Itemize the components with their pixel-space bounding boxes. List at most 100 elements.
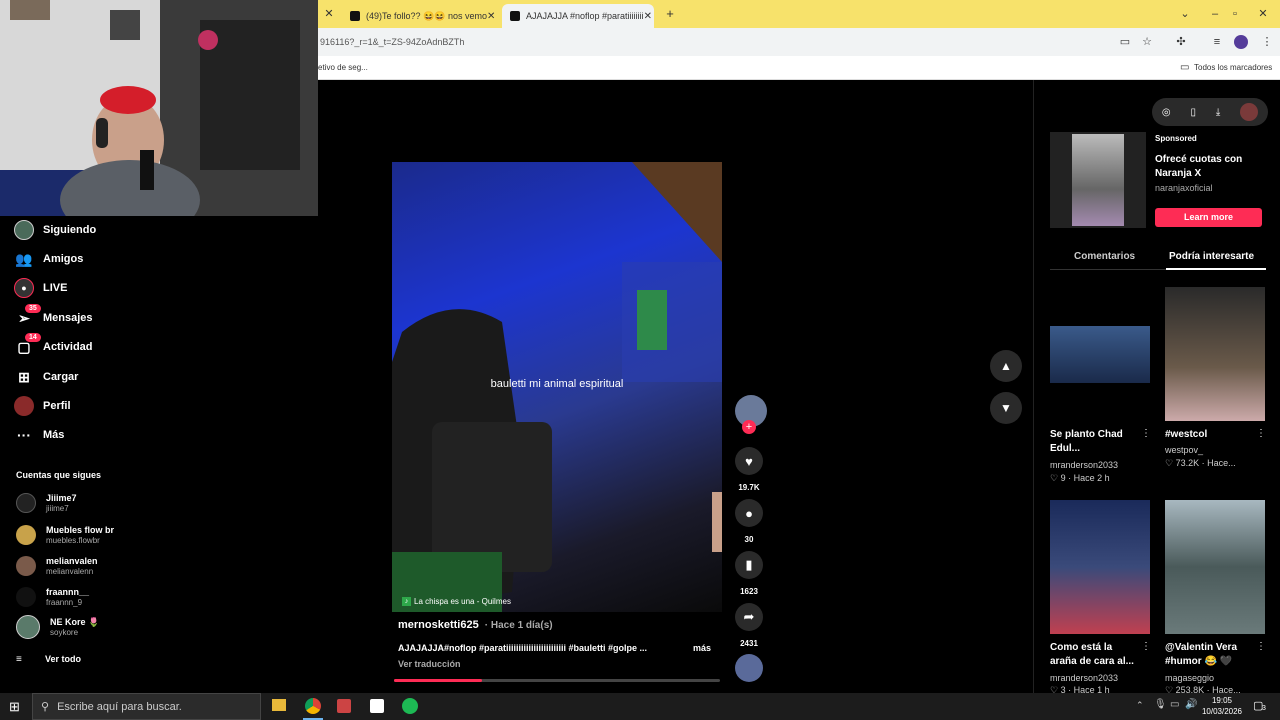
browser-tab[interactable]: (49)Te follo?? 😆😆 nos vemo ✕	[342, 4, 500, 28]
url-field[interactable]: 916116?_r=1&_t=ZS-94ZoAdnBZTh	[318, 32, 1278, 52]
video-thumbnail[interactable]	[1165, 500, 1265, 634]
author-avatar-button[interactable]: +	[735, 395, 767, 434]
spotify-icon[interactable]	[402, 698, 418, 714]
new-tab-button[interactable]: +	[663, 7, 677, 21]
video-thumbnail[interactable]	[1050, 326, 1150, 383]
card-title[interactable]: @Valentin Vera #humor 😂 🖤	[1165, 641, 1255, 669]
all-bookmarks[interactable]: Todos los marcadores	[1194, 63, 1272, 72]
sidebar-item-live[interactable]: ● LIVE	[14, 277, 67, 299]
download-icon[interactable]: ⤓	[1216, 107, 1220, 118]
card-author[interactable]: westpov_	[1165, 445, 1203, 455]
app-icon[interactable]	[337, 699, 351, 713]
learn-more-button[interactable]: Learn more	[1155, 208, 1262, 227]
like-button[interactable]: ♥ 19.7K	[735, 447, 763, 492]
previous-video-button[interactable]: ▲	[990, 350, 1022, 382]
save-button[interactable]: ▮ 1623	[735, 551, 763, 596]
taskbar-search[interactable]: ⚲ Escribe aquí para buscar.	[32, 693, 261, 720]
sidebar-item-label: Siguiendo	[43, 224, 97, 236]
following-avatar-icon	[14, 220, 34, 240]
live-icon: ●	[14, 278, 34, 298]
browser-tab-active[interactable]: AJAJAJJA #noflop #paratiiiiiiii ✕	[502, 4, 654, 28]
following-account[interactable]: Jiiime7 jiiime7	[16, 490, 77, 516]
device-icon[interactable]: ▯	[1190, 107, 1196, 118]
chrome-icon[interactable]	[305, 698, 321, 714]
menu-icon[interactable]: ⋮	[1260, 35, 1274, 49]
author-name[interactable]: mernosketti625	[398, 619, 479, 631]
card-author[interactable]: magaseggio	[1165, 673, 1214, 683]
card-more-icon[interactable]: ⋮	[1256, 641, 1266, 652]
address-bar: 916116?_r=1&_t=ZS-94ZoAdnBZTh ▭ ☆ ✣ ≡ ⋮	[318, 28, 1280, 56]
user-avatar[interactable]	[1240, 103, 1259, 121]
windows-taskbar: ⊞ ⚲ Escribe aquí para buscar. ⌃ 🎙 ▭ 🔊 19…	[0, 693, 1280, 720]
sidebar-item-upload[interactable]: ⊞ Cargar	[14, 366, 78, 388]
next-video-button[interactable]: ▼	[990, 392, 1022, 424]
tab-search-icon[interactable]: ⌄	[1178, 7, 1192, 21]
windows-start-icon[interactable]: ⊞	[9, 699, 20, 715]
clock[interactable]: 19:05 10/03/2026	[1200, 695, 1244, 717]
progress-track[interactable]	[394, 679, 720, 682]
sidebar-item-following[interactable]: Siguiendo	[14, 219, 96, 241]
volume-icon[interactable]: 🔊	[1185, 699, 1197, 710]
chevron-up-icon: ▲	[1000, 359, 1012, 373]
sidebar-item-friends[interactable]: 👥 Amigos	[14, 248, 83, 270]
card-more-icon[interactable]: ⋮	[1141, 641, 1151, 652]
card-author[interactable]: mranderson2033	[1050, 460, 1118, 470]
bookmark-star-icon[interactable]: ☆	[1140, 35, 1154, 49]
close-tab-icon[interactable]: ✕	[644, 11, 652, 22]
microphone-icon[interactable]: 🎙	[1154, 699, 1167, 710]
comment-button[interactable]: ● 30	[735, 499, 763, 544]
card-more-icon[interactable]: ⋮	[1256, 428, 1266, 439]
following-account[interactable]: NE Kore 🌷 soykore	[16, 614, 99, 640]
sidebar-item-more[interactable]: ··· Más	[14, 424, 64, 446]
see-all-link[interactable]: ≡ Ver todo	[16, 646, 81, 672]
account-name: melianvalen	[46, 555, 98, 566]
follow-plus-icon[interactable]: +	[742, 420, 756, 434]
sidebar-item-profile[interactable]: Perfil	[14, 395, 71, 417]
card-title[interactable]: Se planto Chad Edul...	[1050, 428, 1140, 456]
following-account[interactable]: melianvalen melianvalenn	[16, 553, 98, 579]
tab-comments[interactable]: Comentarios	[1074, 251, 1135, 262]
more-link[interactable]: más	[693, 643, 711, 653]
reading-list-icon[interactable]: ≡	[1210, 35, 1224, 49]
tray-chevron-icon[interactable]: ⌃	[1136, 700, 1144, 711]
ad-thumbnail[interactable]	[1050, 132, 1146, 228]
cast-icon[interactable]: ▭	[1118, 35, 1132, 49]
close-tab-icon[interactable]: ✕	[487, 11, 495, 22]
translate-link[interactable]: Ver traducción	[398, 659, 461, 669]
tab-title: (49)Te follo?? 😆😆 nos vemo	[366, 10, 487, 21]
network-icon[interactable]: ▭	[1170, 699, 1179, 710]
card-author[interactable]: mranderson2033	[1050, 673, 1118, 683]
card-more-icon[interactable]: ⋮	[1141, 428, 1151, 439]
chevron-down-icon: ▼	[1000, 401, 1012, 415]
sidebar-item-messages[interactable]: ➢ 35 Mensajes	[14, 304, 93, 329]
tab-recommended[interactable]: Podría interesarte	[1169, 251, 1254, 262]
video-player[interactable]: bauletti mi animal espiritual ♪ La chisp…	[392, 162, 722, 612]
maximize-icon[interactable]: ▫	[1228, 7, 1242, 21]
video-tools: ◎ ▯ ⤓	[1152, 98, 1268, 126]
file-explorer-icon[interactable]	[272, 699, 286, 711]
card-title[interactable]: #westcol	[1165, 428, 1255, 442]
following-account[interactable]: fraannn__ fraannn_9	[16, 584, 89, 610]
video-thumbnail[interactable]	[1165, 287, 1265, 421]
music-disc-button[interactable]	[735, 654, 763, 682]
profile-avatar[interactable]	[1234, 35, 1248, 49]
following-heading: Cuentas que sigues	[16, 470, 102, 480]
minimize-icon[interactable]: –	[1208, 7, 1222, 21]
extensions-icon[interactable]: ✣	[1174, 35, 1188, 49]
clock-time: 19:05	[1211, 696, 1233, 705]
following-account[interactable]: Muebles flow br muebles.flowbr	[16, 522, 114, 548]
sidebar-item-label: Mensajes	[43, 312, 93, 324]
card-title[interactable]: Como está la araña de cara al...	[1050, 641, 1140, 669]
explore-icon[interactable]: ◎	[1162, 107, 1171, 118]
close-icon[interactable]: ✕	[322, 7, 336, 21]
activity-badge: 14	[25, 333, 41, 342]
capcut-icon[interactable]	[370, 699, 384, 713]
sidebar-item-activity[interactable]: ▢ 14 Actividad	[14, 333, 93, 358]
video-thumbnail[interactable]	[1050, 500, 1150, 634]
share-button[interactable]: ➦ 2431	[735, 603, 763, 648]
activity-icon: ▢ 14	[14, 333, 41, 357]
music-icon: ♪	[402, 597, 411, 606]
window-close-icon[interactable]: ✕	[1256, 7, 1270, 21]
music-label[interactable]: ♪ La chispa es una - Quilmes	[402, 597, 511, 606]
bookmark-item[interactable]: etivo de seg...	[318, 63, 368, 72]
